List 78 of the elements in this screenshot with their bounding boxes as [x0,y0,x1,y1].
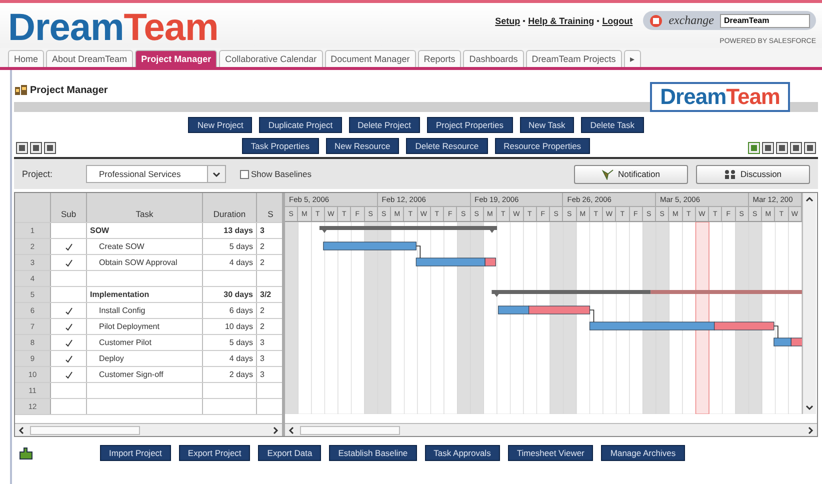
nav-tab[interactable]: Project Manager [135,50,218,67]
toolbar-button[interactable]: Discussion [696,164,810,184]
project-label: Project: [22,169,54,179]
duration-cell: 6 days [203,303,257,318]
task-cell: Deploy [87,351,203,366]
header-link[interactable]: Help & Training [528,16,594,26]
duration-cell: 30 days [203,287,257,302]
scroll-up-icon[interactable] [804,195,814,204]
action-button[interactable]: Task Approvals [424,445,500,461]
nav-tab[interactable]: Reports [418,50,462,67]
flag-icon [602,168,614,180]
exchange-logo-icon [648,14,663,28]
duration-cell: 5 days [203,335,257,350]
action-button[interactable]: Export Project [178,445,250,461]
scroll-down-icon[interactable] [804,403,814,412]
duration-cell: 4 days [203,351,257,366]
action-button[interactable]: Establish Baseline [329,445,417,461]
task-cell: Customer Sign-off [87,367,203,382]
caret-icon[interactable] [212,170,221,178]
action-button[interactable]: Import Project [100,445,171,461]
people-icon [724,168,736,180]
action-button[interactable]: Task Properties [242,138,319,154]
horizontal-scrollbar[interactable] [15,423,282,436]
column-header: Sub [51,193,87,222]
scroll-left-icon[interactable] [17,426,26,434]
grid-icon[interactable] [30,142,42,154]
action-button[interactable]: New Resource [326,138,400,154]
exchange-label: exchange [668,13,714,28]
task-cell: Create SOW [87,239,203,254]
scroll-right-icon[interactable] [806,426,815,434]
horizontal-scrollbar[interactable] [285,423,817,436]
scroll-left-icon[interactable] [287,426,296,434]
show-baselines-checkbox[interactable]: Show Baselines [240,169,312,179]
nav-tab[interactable]: Dashboards [463,50,524,67]
action-button[interactable]: New Project [188,117,252,133]
action-button[interactable]: Duplicate Project [259,117,342,133]
dreamteam-logo: DreamTeam [650,82,790,112]
grid-icon[interactable] [16,142,28,154]
nav-tab[interactable]: DreamTeam Projects [526,50,622,67]
nav-tab[interactable]: Document Manager [324,50,416,67]
dreamteam-logo: DreamTeam [8,6,218,48]
action-button[interactable]: Manage Archives [601,445,685,461]
duration-cell: 4 days [203,255,257,270]
nav-tab[interactable]: About DreamTeam [46,50,134,67]
action-button[interactable]: Delete Resource [406,138,488,154]
project-select[interactable]: Professional Services [86,165,226,183]
toolbar-button[interactable]: Notification [574,164,688,184]
duration-cell: 10 days [203,319,257,334]
column-header: Duration [203,193,257,222]
column-header: S [257,193,282,222]
duration-cell: 5 days [203,239,257,254]
action-button[interactable]: Resource Properties [494,138,590,154]
header-link[interactable]: Setup [495,16,520,26]
grid-icon[interactable] [44,142,56,154]
action-button[interactable]: New Task [520,117,574,133]
vertical-scrollbar[interactable] [802,193,816,414]
nav-tab[interactable]: Collaborative Calendar [219,50,323,67]
task-cell: Pilot Deployment [87,319,203,334]
task-cell: Customer Pilot [87,335,203,350]
nav-tab[interactable]: ▸ [624,50,641,67]
task-cell: Implementation [87,287,203,302]
action-button[interactable]: Export Data [258,445,322,461]
action-button[interactable]: Delete Project [348,117,420,133]
header-link[interactable]: Logout [602,16,633,26]
action-button[interactable]: Project Properties [426,117,513,133]
scroll-right-icon[interactable] [271,426,280,434]
action-button[interactable]: Timesheet Viewer [508,445,594,461]
column-header: Task [87,193,203,222]
task-cell: Obtain SOW Approval [87,255,203,270]
exchange-field[interactable]: DreamTeam [720,14,810,28]
action-button[interactable]: Delete Task [581,117,644,133]
task-cell: Install Config [87,303,203,318]
page-title: Project Manager [30,84,108,96]
duration-cell: 13 days [203,223,257,238]
nav-tab[interactable]: Home [8,50,44,67]
project-manager-icon [14,84,28,96]
task-cell: SOW [87,223,203,238]
duration-cell: 2 days [203,367,257,382]
